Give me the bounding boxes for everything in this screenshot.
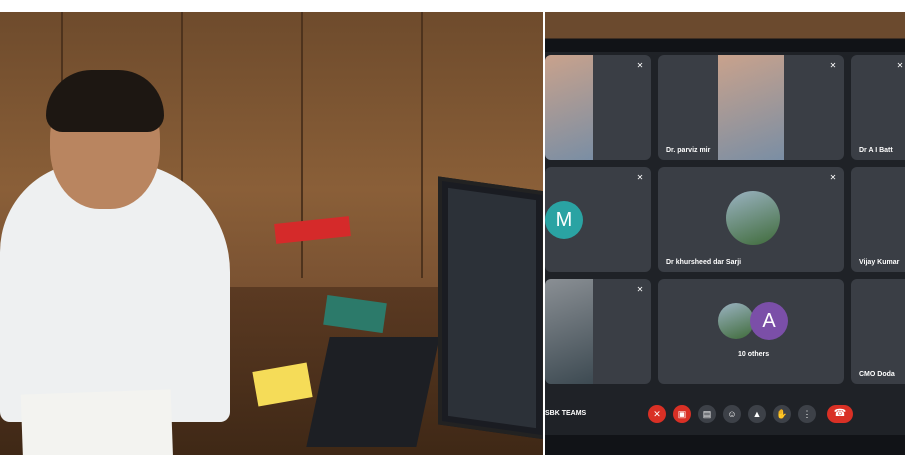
- papers: [20, 389, 174, 455]
- others-tile[interactable]: A 10 others: [658, 279, 844, 384]
- office-photo: [0, 12, 543, 455]
- participant-name: CMO Doda: [859, 371, 895, 378]
- wall-plank: [420, 12, 423, 278]
- hangup-icon[interactable]: ☎: [827, 405, 853, 423]
- more-icon[interactable]: ⋮: [798, 405, 816, 423]
- participant-photo: [718, 303, 754, 339]
- participant-tile[interactable]: Vijay Kumar: [851, 167, 905, 272]
- participant-video: [545, 55, 593, 160]
- participant-photo: [726, 191, 780, 245]
- mic-off-icon: ✕: [636, 285, 644, 294]
- participant-name: Dr A I Batt: [859, 147, 893, 154]
- participant-avatar: A: [750, 302, 788, 340]
- person-hair: [46, 70, 164, 132]
- screen-photo: ✕ ✕ Dr. parviz mir ✕ Dr A I Batt M ✕ ✕ D…: [545, 12, 905, 455]
- participant-video: [718, 55, 784, 160]
- participant-tile[interactable]: M ✕: [545, 167, 651, 272]
- keyboard: [306, 337, 440, 447]
- participant-video: [545, 279, 593, 384]
- raise-hand-icon[interactable]: ✋: [773, 405, 791, 423]
- meeting-grid: ✕ ✕ Dr. parviz mir ✕ Dr A I Batt M ✕ ✕ D…: [545, 52, 905, 397]
- meeting-controls: SBK TEAMS ✕ ▣ ▤ ☺ ▲ ✋ ⋮ ☎: [545, 397, 905, 435]
- mic-off-icon: ✕: [636, 61, 644, 70]
- meeting-title: SBK TEAMS: [545, 410, 587, 417]
- participant-tile[interactable]: ✕ Dr A I Batt: [851, 55, 905, 160]
- participant-avatar: M: [545, 201, 583, 239]
- desk-monitor: [438, 176, 543, 440]
- participant-tile[interactable]: CMO Doda: [851, 279, 905, 384]
- mic-off-icon: ✕: [829, 61, 837, 70]
- present-icon[interactable]: ▲: [748, 405, 766, 423]
- red-folder: [274, 216, 351, 244]
- captions-icon[interactable]: ▤: [698, 405, 716, 423]
- participant-tile[interactable]: ✕: [545, 55, 651, 160]
- participant-tile[interactable]: ✕: [545, 279, 651, 384]
- participant-tile[interactable]: ✕ Dr. parviz mir: [658, 55, 844, 160]
- mic-off-icon: ✕: [636, 173, 644, 182]
- mic-off-icon[interactable]: ✕: [648, 405, 666, 423]
- others-count: 10 others: [738, 351, 770, 358]
- emoji-icon[interactable]: ☺: [723, 405, 741, 423]
- participant-name: Dr khursheed dar Sarji: [666, 259, 742, 266]
- camera-off-icon[interactable]: ▣: [673, 405, 691, 423]
- mic-off-icon: ✕: [829, 173, 837, 182]
- mic-off-icon: ✕: [896, 61, 904, 70]
- participant-name: Vijay Kumar: [859, 259, 900, 266]
- participant-tile[interactable]: ✕ Dr khursheed dar Sarji: [658, 167, 844, 272]
- participant-name: Dr. parviz mir: [666, 147, 711, 154]
